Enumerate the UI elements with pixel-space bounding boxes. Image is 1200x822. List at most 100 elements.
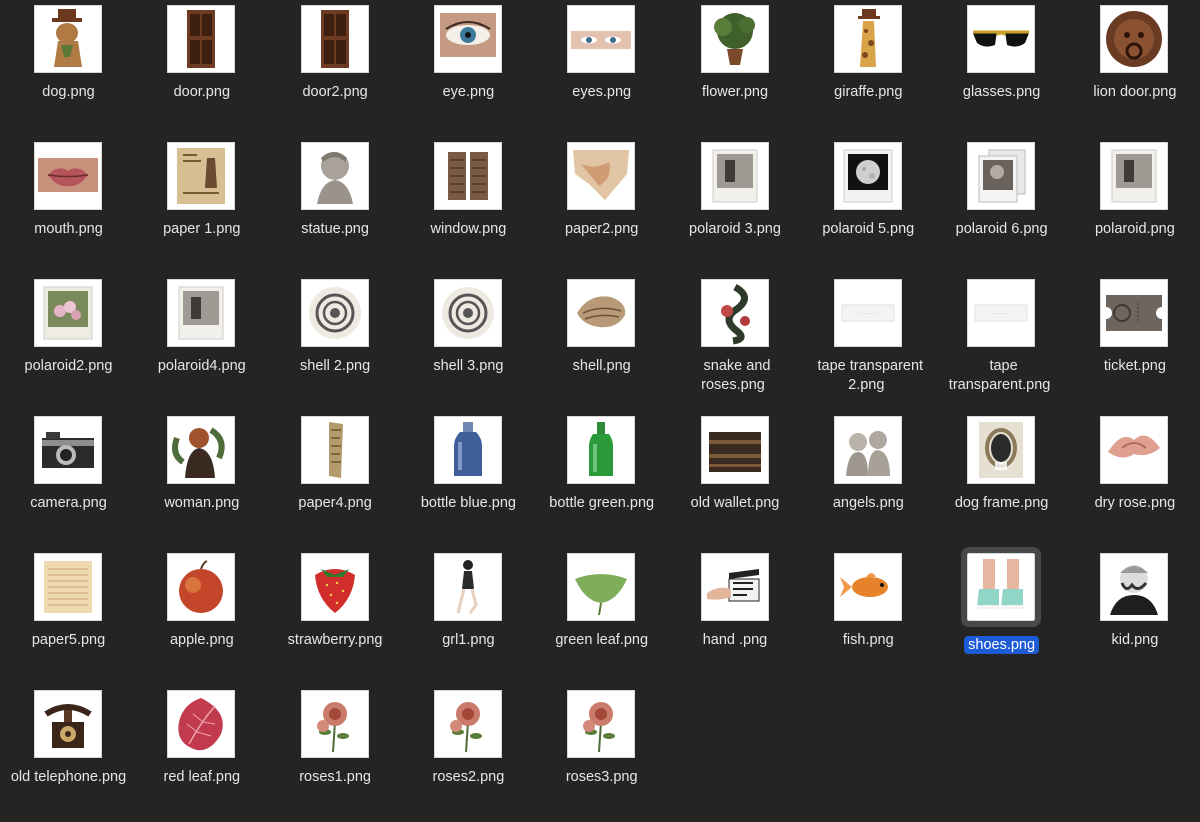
- file-item[interactable]: polaroid4.png: [135, 274, 268, 411]
- file-item[interactable]: polaroid.png: [1068, 137, 1200, 274]
- moon-polaroid-icon[interactable]: [833, 142, 902, 210]
- file-item[interactable]: angels.png: [802, 411, 935, 548]
- file-item[interactable]: grl1.png: [402, 548, 535, 685]
- spiral-shell-icon[interactable]: [433, 279, 502, 347]
- file-item[interactable]: lion door.png: [1068, 0, 1200, 137]
- file-item[interactable]: woman.png: [135, 411, 268, 548]
- file-item[interactable]: ticket.png: [1068, 274, 1200, 411]
- polaroid-icon[interactable]: [1100, 142, 1169, 210]
- file-item[interactable]: paper2.png: [535, 137, 668, 274]
- file-item[interactable]: strawberry.png: [269, 548, 402, 685]
- file-item[interactable]: apple.png: [135, 548, 268, 685]
- stacked-polaroids-icon[interactable]: [967, 142, 1036, 210]
- sunglasses-icon[interactable]: [967, 5, 1036, 73]
- wooden-door-icon[interactable]: [300, 5, 369, 73]
- dry-rose-icon[interactable]: [1100, 416, 1169, 484]
- file-item[interactable]: dog.png: [2, 0, 135, 137]
- file-item[interactable]: door.png: [135, 0, 268, 137]
- file-item[interactable]: old telephone.png: [2, 685, 135, 822]
- tape-icon[interactable]: ~~~~~: [967, 279, 1036, 347]
- file-item[interactable]: shoes.png: [935, 547, 1068, 685]
- wooden-door-icon[interactable]: [167, 5, 236, 73]
- giraffe-in-top-hat-icon[interactable]: [833, 5, 902, 73]
- roses-icon[interactable]: [567, 690, 636, 758]
- file-item[interactable]: bottle blue.png: [402, 411, 535, 548]
- polaroid-icon[interactable]: [700, 142, 769, 210]
- snake-roses-icon[interactable]: [700, 279, 769, 347]
- red-leaf-icon[interactable]: [167, 690, 236, 758]
- file-item[interactable]: polaroid 5.png: [802, 137, 935, 274]
- kid-icon[interactable]: [1100, 553, 1169, 621]
- telephone-icon[interactable]: [34, 690, 102, 758]
- apple-icon[interactable]: [167, 553, 236, 621]
- lined-paper-icon[interactable]: [34, 553, 102, 621]
- file-item[interactable]: door2.png: [269, 0, 402, 137]
- file-item[interactable]: dog frame.png: [935, 411, 1068, 548]
- file-item[interactable]: dry rose.png: [1068, 411, 1200, 548]
- file-item[interactable]: snake and roses.png: [669, 274, 802, 411]
- hand-clapperboard-icon[interactable]: [700, 553, 769, 621]
- file-item[interactable]: polaroid2.png: [2, 274, 135, 411]
- file-item[interactable]: shell.png: [535, 274, 668, 411]
- file-item[interactable]: glasses.png: [935, 0, 1068, 137]
- file-item[interactable]: eye.png: [402, 0, 535, 137]
- file-item[interactable]: flower.png: [669, 0, 802, 137]
- shutter-window-icon[interactable]: [433, 142, 502, 210]
- girl-figure-icon[interactable]: [433, 553, 502, 621]
- torn-paper-icon[interactable]: [567, 142, 636, 210]
- dog-in-top-hat-icon[interactable]: [34, 5, 102, 73]
- shell-icon[interactable]: [567, 279, 636, 347]
- file-item[interactable]: kid.png: [1068, 548, 1200, 685]
- file-item[interactable]: bottle green.png: [535, 411, 668, 548]
- file-item[interactable]: polaroid 3.png: [669, 137, 802, 274]
- file-item[interactable]: roses2.png: [402, 685, 535, 822]
- potted-plant-icon[interactable]: [700, 5, 769, 73]
- woman-icon[interactable]: [167, 416, 236, 484]
- file-item[interactable]: roses3.png: [535, 685, 668, 822]
- file-item[interactable]: statue.png: [269, 137, 402, 274]
- file-item[interactable]: window.png: [402, 137, 535, 274]
- file-item[interactable]: shell 2.png: [269, 274, 402, 411]
- file-item[interactable]: paper5.png: [2, 548, 135, 685]
- camera-icon[interactable]: [34, 416, 102, 484]
- file-item[interactable]: old wallet.png: [669, 411, 802, 548]
- file-item[interactable]: fish.png: [802, 548, 935, 685]
- file-item[interactable]: eyes.png: [535, 0, 668, 137]
- polaroid-icon[interactable]: [167, 279, 236, 347]
- wallet-icon[interactable]: [700, 416, 769, 484]
- ginkgo-leaf-icon[interactable]: [567, 553, 636, 621]
- file-item[interactable]: ~~~~~ tape transparent 2.png: [802, 274, 935, 411]
- roses-icon[interactable]: [300, 690, 369, 758]
- eyes-icon[interactable]: [567, 5, 636, 73]
- eye-icon[interactable]: [433, 5, 502, 73]
- strawberry-icon[interactable]: [300, 553, 369, 621]
- file-item[interactable]: camera.png: [2, 411, 135, 548]
- vintage-paper-icon[interactable]: [167, 142, 236, 210]
- file-item[interactable]: green leaf.png: [535, 548, 668, 685]
- dog-frame-icon[interactable]: [967, 416, 1036, 484]
- lips-icon[interactable]: [34, 142, 102, 210]
- file-item[interactable]: polaroid 6.png: [935, 137, 1068, 274]
- file-item[interactable]: paper 1.png: [135, 137, 268, 274]
- paper-strip-icon[interactable]: [300, 416, 369, 484]
- spiral-shell-icon[interactable]: [300, 279, 369, 347]
- file-item[interactable]: shell 3.png: [402, 274, 535, 411]
- file-item[interactable]: giraffe.png: [802, 0, 935, 137]
- tape-icon[interactable]: ~~~~~: [833, 279, 902, 347]
- file-item[interactable]: roses1.png: [269, 685, 402, 822]
- angels-icon[interactable]: [833, 416, 902, 484]
- statue-bust-icon[interactable]: [300, 142, 369, 210]
- lion-knocker-icon[interactable]: [1100, 5, 1169, 73]
- sneakers-icon[interactable]: [961, 547, 1042, 627]
- ticket-icon[interactable]: [1100, 279, 1169, 347]
- file-item[interactable]: red leaf.png: [135, 685, 268, 822]
- roses-icon[interactable]: [433, 690, 502, 758]
- file-item[interactable]: paper4.png: [269, 411, 402, 548]
- file-item[interactable]: hand .png: [669, 548, 802, 685]
- file-item[interactable]: mouth.png: [2, 137, 135, 274]
- green-bottle-icon[interactable]: [567, 416, 636, 484]
- file-item[interactable]: ~~~~~ tape transparent.png: [935, 274, 1068, 411]
- goldfish-icon[interactable]: [833, 553, 902, 621]
- flower-polaroid-icon[interactable]: [34, 279, 102, 347]
- blue-bottle-icon[interactable]: [433, 416, 502, 484]
